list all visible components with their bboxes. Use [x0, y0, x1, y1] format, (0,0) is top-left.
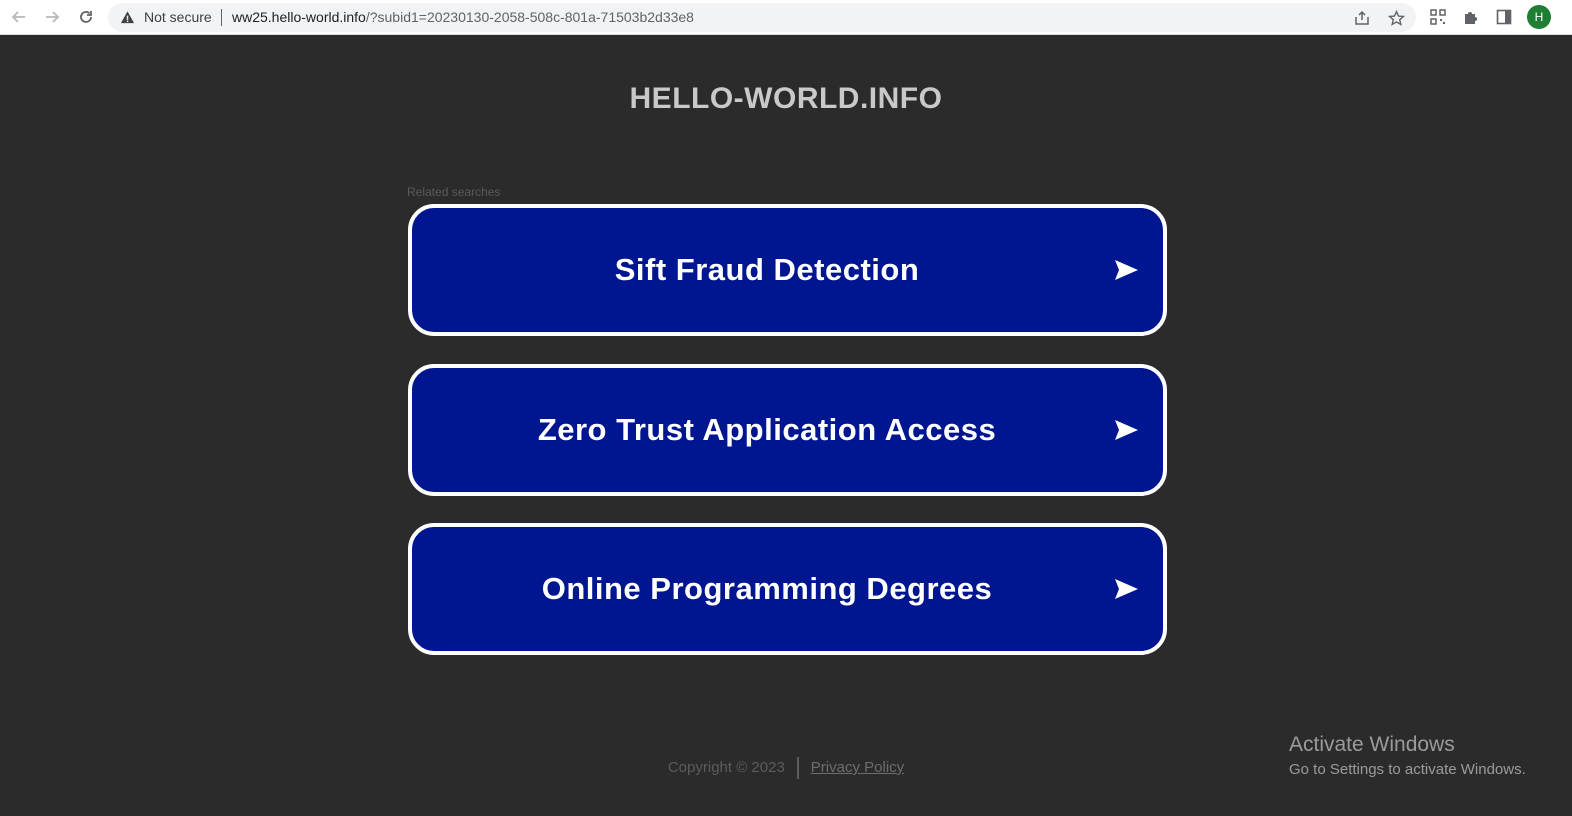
- privacy-policy-link[interactable]: Privacy Policy: [811, 759, 904, 776]
- security-status-label[interactable]: Not secure: [144, 9, 212, 25]
- share-icon[interactable]: [1351, 7, 1373, 29]
- arrow-right-icon: [1115, 420, 1138, 440]
- omnibox-separator: [221, 9, 222, 26]
- extensions-puzzle-icon[interactable]: [1459, 5, 1483, 29]
- url-host: ww25.hello-world.info: [232, 9, 366, 25]
- warning-icon[interactable]: [120, 10, 135, 25]
- copyright-text: Copyright © 2023: [667, 758, 785, 776]
- activate-windows-subtitle: Go to Settings to activate Windows.: [1289, 761, 1526, 778]
- reload-button[interactable]: [72, 4, 100, 30]
- back-button[interactable]: [5, 4, 33, 30]
- search-result-button[interactable]: Sift Fraud Detection: [408, 204, 1167, 336]
- forward-arrow-icon: [46, 11, 60, 23]
- browser-toolbar: Not secure ww25.hello-world.info/?subid1…: [0, 0, 1572, 35]
- forward-button[interactable]: [38, 4, 66, 30]
- reload-icon: [80, 11, 92, 23]
- search-result-button[interactable]: Online Programming Degrees: [408, 523, 1167, 655]
- url-path: /?subid1=20230130-2058-508c-801a-71503b2…: [365, 9, 694, 25]
- back-arrow-icon: [11, 11, 25, 23]
- url-text[interactable]: ww25.hello-world.info/?subid1=20230130-2…: [232, 9, 694, 25]
- bookmark-star-icon[interactable]: [1385, 7, 1407, 29]
- address-bar[interactable]: Not secure ww25.hello-world.info/?subid1…: [108, 3, 1416, 32]
- search-result-label: Zero Trust Application Access: [537, 412, 997, 447]
- search-result-button[interactable]: Zero Trust Application Access: [408, 364, 1167, 496]
- qr-code-icon[interactable]: [1426, 5, 1450, 29]
- search-result-label: Sift Fraud Detection: [614, 252, 920, 287]
- related-searches-label: Related searches: [407, 185, 501, 199]
- arrow-right-icon: [1115, 260, 1138, 280]
- site-title: HELLO-WORLD.INFO: [629, 82, 943, 115]
- footer-divider: [796, 757, 799, 779]
- arrow-right-icon: [1115, 579, 1138, 599]
- windows-activation-watermark: Activate Windows Go to Settings to activ…: [1289, 733, 1526, 778]
- search-result-label: Online Programming Degrees: [541, 571, 993, 606]
- profile-avatar[interactable]: H: [1527, 5, 1551, 29]
- activate-windows-title: Activate Windows: [1289, 733, 1455, 756]
- side-panel-icon[interactable]: [1492, 5, 1516, 29]
